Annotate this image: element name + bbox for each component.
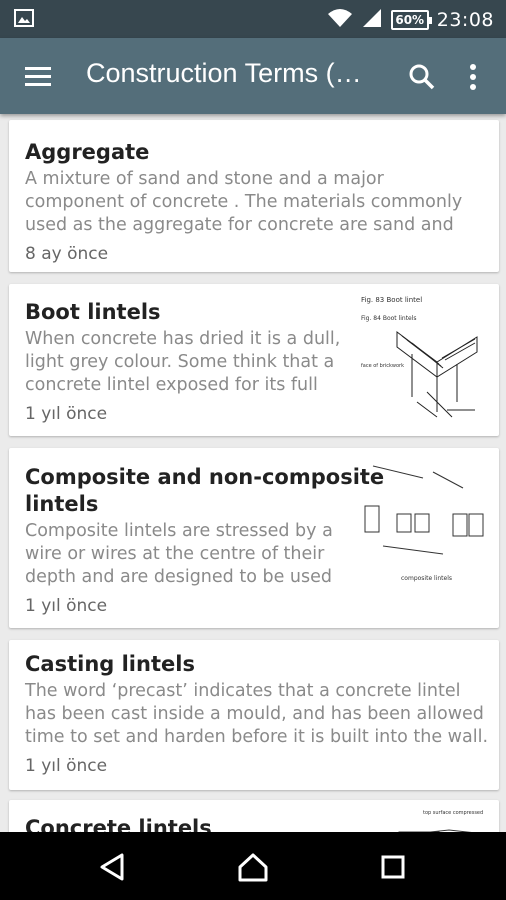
hamburger-icon bbox=[25, 67, 51, 86]
card-timestamp: 1 yıl önce bbox=[25, 404, 108, 424]
list-item-concrete-lintels[interactable]: Concrete lintels top surface compressed bbox=[9, 800, 499, 832]
title-line: Composite and non-composite bbox=[25, 465, 385, 489]
desc-line: Composite lintels are stressed by a bbox=[25, 521, 333, 541]
battery-level: 60% bbox=[395, 13, 425, 27]
menu-button[interactable] bbox=[22, 60, 56, 94]
card-description: Composite lintels are stressed by a wire… bbox=[25, 520, 333, 589]
desc-line: light grey colour. Some think that a bbox=[25, 352, 335, 372]
card-description: When concrete has dried it is a dull, li… bbox=[25, 328, 340, 397]
card-description: A mixture of sand and stone and a major … bbox=[25, 168, 462, 237]
cell-signal-icon bbox=[361, 7, 383, 33]
battery-icon: 60% bbox=[390, 10, 432, 30]
card-title: Casting lintels bbox=[25, 652, 195, 676]
composite-lintel-diagram-thumbnail: composite lintels bbox=[364, 465, 484, 582]
app-bar: Construction Terms (… bbox=[0, 38, 506, 114]
list-item-aggregate[interactable]: Aggregate A mixture of sand and stone an… bbox=[9, 120, 499, 272]
desc-line: The word ‘precast’ indicates that a conc… bbox=[25, 681, 461, 701]
desc-line: component of concrete . The materials co… bbox=[25, 192, 463, 212]
back-triangle-icon bbox=[100, 853, 124, 881]
recents-button[interactable] bbox=[376, 850, 410, 884]
terms-list[interactable]: Aggregate A mixture of sand and stone an… bbox=[0, 114, 506, 832]
desc-line: concrete lintel exposed for its full bbox=[25, 375, 318, 395]
status-bar: 60% 23:08 bbox=[0, 0, 506, 38]
thumb-label: face of brickwork bbox=[361, 363, 404, 369]
clock: 23:08 bbox=[436, 9, 494, 31]
card-title: Aggregate bbox=[25, 140, 150, 164]
card-timestamp: 1 yıl önce bbox=[25, 756, 108, 776]
desc-line: time to set and harden before it is buil… bbox=[25, 727, 489, 747]
desc-line: wire or wires at the centre of their bbox=[25, 544, 325, 564]
card-title: Boot lintels bbox=[25, 300, 161, 324]
thumb-label: top surface compressed bbox=[423, 810, 483, 816]
card-description: The word ‘precast’ indicates that a conc… bbox=[25, 680, 488, 749]
back-button[interactable] bbox=[96, 850, 130, 884]
desc-line: has been cast inside a mould, and has be… bbox=[25, 704, 484, 724]
recents-square-icon bbox=[381, 855, 405, 879]
list-item-composite-lintels[interactable]: Composite and non-composite lintels Comp… bbox=[9, 448, 499, 628]
card-title: Composite and non-composite lintels bbox=[25, 464, 384, 518]
page-title: Construction Terms (… bbox=[86, 58, 362, 88]
home-button[interactable] bbox=[236, 850, 270, 884]
thumb-label: Fig. 83 Boot lintel bbox=[361, 296, 422, 304]
more-options-button[interactable] bbox=[460, 60, 486, 94]
home-icon bbox=[238, 853, 268, 882]
desc-line: used as the aggregate for concrete are s… bbox=[25, 215, 454, 235]
more-vert-icon bbox=[470, 64, 476, 90]
card-timestamp: 8 ay önce bbox=[25, 244, 109, 264]
card-timestamp: 1 yıl önce bbox=[25, 596, 108, 616]
desc-line: When concrete has dried it is a dull, bbox=[25, 329, 341, 349]
wifi-icon bbox=[327, 7, 353, 33]
boot-lintel-diagram-thumbnail: Fig. 83 Boot lintel Fig. 84 Boot lintels… bbox=[361, 296, 478, 418]
concrete-lintel-diagram-thumbnail: top surface compressed bbox=[398, 810, 483, 832]
search-button[interactable] bbox=[405, 60, 439, 94]
list-item-boot-lintels[interactable]: Boot lintels When concrete has dried it … bbox=[9, 284, 499, 436]
title-line: lintels bbox=[25, 492, 99, 516]
list-item-casting-lintels[interactable]: Casting lintels The word ‘precast’ indic… bbox=[9, 640, 499, 790]
card-title: Concrete lintels bbox=[25, 816, 212, 832]
thumb-label: composite lintels bbox=[401, 575, 452, 582]
thumb-label: Fig. 84 Boot lintels bbox=[361, 315, 417, 322]
desc-line: depth and are designed to be used bbox=[25, 567, 332, 587]
gallery-notification-icon bbox=[14, 9, 34, 31]
system-nav-bar bbox=[0, 832, 506, 900]
search-icon bbox=[409, 64, 435, 90]
desc-line: A mixture of sand and stone and a major bbox=[25, 169, 384, 189]
